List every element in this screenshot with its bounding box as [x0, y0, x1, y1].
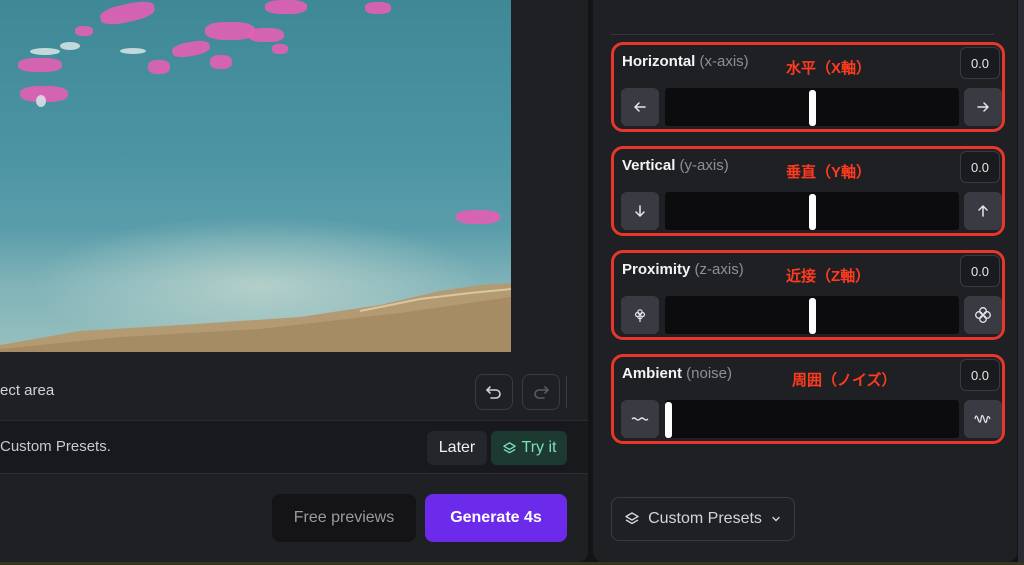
camera-controls-panel: Horizontal (x-axis) 水平（X軸） 0.0 Vertical … — [593, 0, 1017, 562]
mask-region — [365, 2, 391, 14]
slider-title-sub: (noise) — [686, 365, 733, 382]
value-input[interactable]: 0.0 — [960, 151, 1000, 183]
slider-title-main: Proximity — [622, 261, 691, 278]
mask-region — [171, 38, 211, 60]
try-it-button[interactable]: Try it — [491, 431, 567, 465]
arrow-down-icon — [635, 205, 645, 218]
slider-thumb[interactable] — [809, 194, 816, 230]
toolbar-divider — [566, 376, 567, 408]
select-area-label[interactable]: ect area — [0, 382, 54, 399]
slider-title-main: Horizontal — [622, 53, 696, 70]
slider-thumb[interactable] — [665, 402, 672, 438]
wave-low-icon — [631, 417, 649, 421]
slider-track[interactable] — [665, 192, 959, 230]
preview-image[interactable] — [0, 0, 511, 352]
mask-region — [272, 44, 288, 54]
mask-region — [248, 28, 284, 42]
decrement-button[interactable] — [621, 192, 659, 230]
free-previews-button[interactable]: Free previews — [272, 494, 416, 542]
canvas-margin — [511, 0, 568, 352]
sky-speck — [30, 48, 60, 55]
undo-button[interactable] — [475, 374, 513, 410]
decrement-button[interactable] — [621, 400, 659, 438]
increment-button[interactable] — [964, 88, 1002, 126]
flower-small-icon — [634, 309, 646, 322]
mask-region — [456, 210, 500, 224]
mask-region — [210, 55, 232, 69]
mask-region — [18, 58, 62, 72]
app-root: ect area Custom Presets. Later Try it Fr… — [0, 0, 1024, 565]
slider-title-sub: (z-axis) — [694, 261, 744, 278]
generate-button[interactable]: Generate 4s — [425, 494, 567, 542]
annotation-note: 垂直（Y軸） — [786, 164, 872, 181]
panel-divider — [611, 34, 994, 35]
preset-banner: Custom Presets. Later Try it — [0, 420, 588, 474]
slider-card-vertical: Vertical (y-axis) 垂直（Y軸） 0.0 — [611, 146, 1005, 236]
value-input[interactable]: 0.0 — [960, 255, 1000, 287]
custom-presets-dropdown[interactable]: Custom Presets — [611, 497, 795, 541]
arrow-right-icon — [977, 102, 990, 112]
slider-title-sub: (y-axis) — [679, 157, 729, 174]
annotation-note: 水平（X軸） — [786, 60, 872, 77]
redo-button[interactable] — [522, 374, 560, 410]
custom-presets-label: Custom Presets — [648, 510, 762, 527]
arrow-up-icon — [978, 204, 988, 217]
slider-title: Proximity (z-axis) — [622, 261, 744, 278]
editor-panel: ect area Custom Presets. Later Try it Fr… — [0, 0, 588, 562]
arrow-left-icon — [633, 102, 646, 112]
canvas-frame[interactable] — [0, 0, 568, 352]
layers-icon — [625, 512, 639, 525]
chevron-down-icon — [772, 516, 780, 522]
sky-speck — [120, 48, 146, 54]
slider-thumb[interactable] — [809, 298, 816, 334]
annotation-note: 周囲（ノイズ） — [792, 372, 897, 389]
decrement-button[interactable] — [621, 88, 659, 126]
flower-large-icon — [975, 307, 991, 323]
value-input[interactable]: 0.0 — [960, 47, 1000, 79]
wave-high-icon — [974, 414, 991, 424]
slider-thumb[interactable] — [809, 90, 816, 126]
slider-track[interactable] — [665, 296, 959, 334]
later-button[interactable]: Later — [427, 431, 487, 465]
sky-speck — [60, 42, 80, 50]
slider-title-main: Ambient — [622, 365, 682, 382]
decrement-button[interactable] — [621, 296, 659, 334]
window-edge — [1018, 0, 1024, 565]
try-it-label: Try it — [521, 439, 557, 456]
slider-title-sub: (x-axis) — [699, 53, 749, 70]
layers-icon — [502, 441, 516, 453]
slider-card-horizontal: Horizontal (x-axis) 水平（X軸） 0.0 — [611, 42, 1005, 132]
increment-button[interactable] — [964, 296, 1002, 334]
slider-track[interactable] — [665, 400, 959, 438]
mask-region — [265, 0, 307, 14]
mask-region — [98, 0, 157, 28]
slider-card-ambient: Ambient (noise) 周囲（ノイズ） 0.0 — [611, 354, 1005, 444]
redo-icon — [534, 386, 550, 399]
slider-title-main: Vertical — [622, 157, 676, 174]
mask-region — [148, 60, 170, 74]
preset-banner-text: Custom Presets. — [0, 438, 111, 455]
slider-title: Vertical (y-axis) — [622, 157, 729, 174]
slider-title: Horizontal (x-axis) — [622, 53, 749, 70]
ground-rock — [0, 283, 511, 352]
slider-track[interactable] — [665, 88, 959, 126]
sky-speck — [36, 95, 46, 107]
annotation-note: 近接（Z軸） — [786, 268, 871, 285]
slider-card-proximity: Proximity (z-axis) 近接（Z軸） 0.0 — [611, 250, 1005, 340]
increment-button[interactable] — [964, 400, 1002, 438]
slider-title: Ambient (noise) — [622, 365, 732, 382]
canvas-toolbar: ect area — [0, 366, 588, 418]
value-input[interactable]: 0.0 — [960, 359, 1000, 391]
mask-region — [75, 26, 93, 36]
increment-button[interactable] — [964, 192, 1002, 230]
undo-icon — [485, 386, 501, 399]
